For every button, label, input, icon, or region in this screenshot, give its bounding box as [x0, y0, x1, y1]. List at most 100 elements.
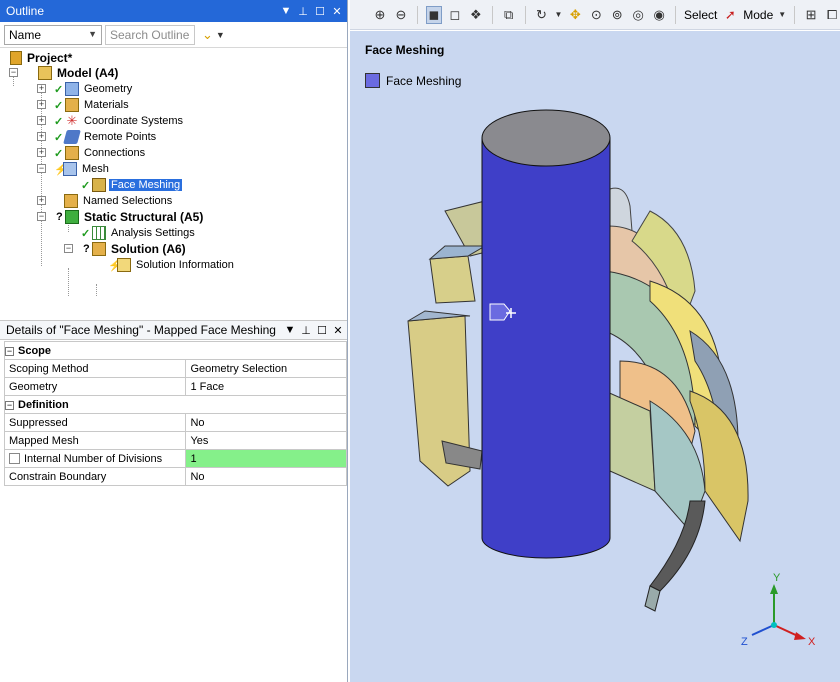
expand-icon[interactable]: + — [37, 148, 46, 157]
checkmark-icon: ✓ — [54, 83, 64, 96]
tree-item-analysis-settings[interactable]: ✓ Analysis Settings — [81, 225, 197, 241]
expand-icon[interactable]: + — [37, 100, 46, 109]
filter-type-select[interactable]: Name ▼ — [4, 24, 102, 45]
pin-icon[interactable]: ⊥ — [299, 324, 313, 337]
tree-item-label: Remote Points — [84, 131, 157, 143]
expand-icon[interactable]: + — [37, 84, 46, 93]
pan-icon[interactable]: ✥ — [567, 6, 583, 24]
outline-tree: Project* − Model (A4) + ✓ Geometry + ✓ M… — [0, 48, 347, 318]
group-label: Definition — [18, 398, 69, 411]
collapse-icon[interactable]: − — [5, 400, 14, 410]
parameter-checkbox[interactable] — [9, 453, 20, 465]
collapse-icon[interactable]: − — [5, 346, 14, 356]
dropdown-arrow-icon[interactable]: ▼ — [283, 324, 297, 336]
project-icon — [10, 51, 22, 65]
cube-settings-icon[interactable]: ❖ — [468, 6, 484, 24]
analysis-settings-icon — [92, 226, 106, 240]
maximize-icon[interactable]: ☐ — [315, 324, 329, 337]
zoom-out-icon[interactable]: ⊖ — [393, 6, 409, 24]
geometry-icon — [65, 82, 79, 96]
details-row[interactable]: Scoping Method Geometry Selection — [3, 359, 347, 378]
axis-label-z: Z — [741, 636, 748, 648]
graphics-viewport[interactable]: Face Meshing Face Meshing Y X Z — [350, 31, 840, 682]
dropdown-arrow-icon[interactable]: ▼ — [279, 5, 293, 17]
tree-item-label: Solution (A6) — [111, 242, 186, 256]
expand-icon[interactable]: + — [37, 196, 46, 205]
tree-item-label: Analysis Settings — [111, 227, 195, 239]
model-render[interactable]: Y X Z — [350, 31, 840, 682]
property-value[interactable]: Geometry Selection — [185, 359, 347, 378]
property-value[interactable]: 1 Face — [185, 377, 347, 396]
shaded-view-icon[interactable]: ◼ — [425, 5, 442, 24]
details-row[interactable]: Geometry 1 Face — [3, 377, 347, 396]
tree-item-mesh[interactable]: ⚡ Mesh — [54, 161, 111, 177]
cursor-icon[interactable]: ➚ — [722, 6, 738, 24]
tree-item-connections[interactable]: ✓ Connections — [54, 145, 147, 161]
zoom-all-icon[interactable]: ◉ — [651, 6, 667, 24]
tree-item-solution[interactable]: ? Solution (A6) — [83, 241, 188, 257]
property-value[interactable]: No — [185, 467, 347, 486]
zoom-icon[interactable]: ⊙ — [588, 6, 604, 24]
tree-item-label: Coordinate Systems — [84, 115, 184, 127]
expand-icon[interactable]: + — [37, 116, 46, 125]
chevron-down-icon[interactable]: ▼ — [216, 30, 225, 40]
details-group-scope[interactable]: − Scope — [4, 341, 347, 360]
mode-button[interactable]: Mode — [743, 8, 773, 22]
wireframe-view-icon[interactable]: ◻ — [447, 6, 463, 24]
checkmark-icon: ✓ — [81, 227, 91, 240]
details-row[interactable]: Mapped Mesh Yes — [3, 431, 347, 450]
axis-label-y: Y — [773, 572, 781, 584]
zoom-in-icon[interactable]: ⊕ — [372, 6, 388, 24]
details-row[interactable]: Constrain Boundary No — [3, 467, 347, 486]
maximize-icon[interactable]: ☐ — [313, 5, 327, 18]
property-value[interactable]: No — [185, 413, 347, 432]
tree-item-static-structural[interactable]: ? Static Structural (A5) — [56, 209, 205, 225]
tree-item-remote-points[interactable]: ✓ Remote Points — [54, 129, 158, 145]
zoom-fit-icon[interactable]: ⊚ — [609, 6, 625, 24]
details-row[interactable]: Internal Number of Divisions 1 — [3, 449, 347, 468]
tree-item-geometry[interactable]: ✓ Geometry — [54, 81, 134, 97]
chevron-down-icon[interactable]: ▼ — [778, 6, 786, 24]
close-icon[interactable]: ✕ — [331, 324, 345, 337]
tree-item-model[interactable]: Model (A4) — [38, 65, 120, 81]
tree-item-materials[interactable]: ✓ Materials — [54, 97, 131, 113]
checkmark-icon: ✓ — [81, 179, 91, 192]
expand-icon[interactable]: + — [37, 132, 46, 141]
tree-item-label: Materials — [84, 99, 129, 111]
outline-title: Outline — [6, 4, 45, 18]
tree-item-face-meshing[interactable]: ✓ Face Meshing — [81, 177, 183, 193]
solution-information-icon — [117, 258, 131, 272]
solution-icon — [92, 242, 106, 256]
tree-item-project[interactable]: Project* — [10, 50, 74, 66]
property-value[interactable]: Yes — [185, 431, 347, 450]
extend-selection-icon[interactable]: ⧠ — [824, 6, 840, 24]
select-button[interactable]: Select — [684, 8, 717, 22]
property-label: Suppressed — [3, 413, 187, 432]
details-titlebar: Details of "Face Meshing" - Mapped Face … — [0, 320, 347, 340]
tree-item-solution-information[interactable]: ⚡ Solution Information — [108, 257, 236, 273]
collapse-icon[interactable]: − — [37, 164, 46, 173]
tree-item-label: Connections — [84, 147, 146, 159]
property-label: Scoping Method — [3, 359, 187, 378]
toolbar-separator — [675, 5, 676, 24]
tree-item-named-selections[interactable]: Named Selections — [64, 193, 174, 209]
selection-filter-icon[interactable]: ⊞ — [803, 6, 819, 24]
chevron-down-icon[interactable]: ▼ — [554, 6, 562, 24]
pin-icon[interactable]: ⊥ — [296, 5, 310, 18]
rotate-icon[interactable]: ↻ — [534, 6, 550, 24]
details-row[interactable]: Suppressed No — [3, 413, 347, 432]
collapse-icon[interactable]: − — [37, 212, 46, 221]
filter-type-value: Name — [9, 27, 42, 42]
close-icon[interactable]: ✕ — [330, 5, 344, 18]
zoom-to-selection-icon[interactable]: ◎ — [630, 6, 646, 24]
filter-options-icon[interactable]: ⌄ — [202, 27, 213, 43]
details-group-definition[interactable]: − Definition — [4, 395, 347, 414]
collapse-icon[interactable]: − — [64, 244, 73, 253]
collapse-icon[interactable]: − — [9, 68, 18, 77]
box-zoom-icon[interactable]: ⧉ — [501, 6, 517, 24]
tree-item-coordinate-systems[interactable]: ✓ ✳ Coordinate Systems — [54, 113, 185, 129]
divisions-input[interactable]: 1 — [185, 449, 347, 468]
group-label: Scope — [18, 344, 52, 357]
search-outline-input[interactable]: Search Outline — [105, 24, 195, 45]
toolbar-separator — [794, 5, 796, 24]
